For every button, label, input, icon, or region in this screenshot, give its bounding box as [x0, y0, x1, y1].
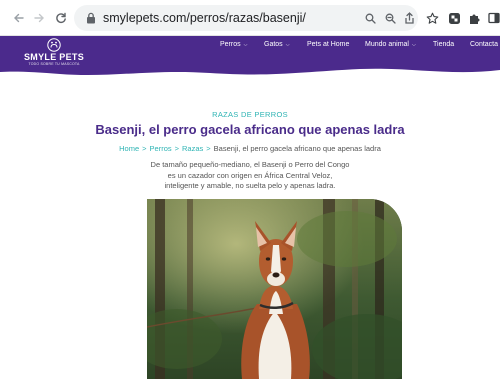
category-eyebrow[interactable]: RAZAS DE PERROS	[0, 110, 500, 119]
bookmark-star-icon[interactable]	[424, 10, 440, 26]
search-icon[interactable]	[362, 10, 378, 26]
chevron-down-icon: ⌵	[285, 42, 290, 48]
breadcrumb-separator: >	[206, 144, 211, 153]
arrow-left-icon	[14, 13, 24, 23]
breadcrumb-separator: >	[142, 144, 147, 153]
sidebar-panel-icon[interactable]	[486, 10, 500, 26]
breadcrumb-separator: >	[174, 144, 180, 153]
breadcrumb: Home > Perros > Razas > Basenji, el perro gace…	[0, 144, 500, 153]
breadcrumb-current: Basenji, el perro gacela africano que ap…	[213, 144, 381, 153]
logo-tagline: TODO SOBRE TU MASCOTA	[28, 62, 80, 66]
chevron-down-icon: ⌵	[243, 42, 248, 48]
basenji-dog-photo	[147, 199, 402, 379]
address-bar[interactable]: smylepets.com/perros/razas/basenji/	[74, 5, 418, 31]
breadcrumb-razas[interactable]: Razas	[182, 144, 203, 153]
share-icon[interactable]	[401, 10, 417, 26]
extension-app-icon[interactable]	[446, 10, 462, 26]
reload-button[interactable]	[52, 9, 70, 27]
breadcrumb-home[interactable]: Home	[119, 144, 139, 153]
article-intro: De tamaño pequeño-mediano, el Basenji o …	[150, 160, 350, 190]
hero-image	[147, 199, 402, 379]
page-title: Basenji, el perro gacela africano que ap…	[95, 122, 405, 137]
chevron-down-icon: ⌵	[411, 42, 416, 48]
nav-item-mundo-animal[interactable]: Mundo animal ⌵	[365, 41, 416, 48]
back-button[interactable]	[10, 9, 28, 27]
puzzle-icon[interactable]	[466, 10, 482, 26]
nav-item-contacta[interactable]: Contacta	[470, 41, 498, 48]
lock-icon	[87, 12, 95, 24]
nav-item-pets-at-home[interactable]: Pets at Home	[307, 41, 349, 48]
main-navigation: Perros ⌵ Gatos ⌵ Pets at Home Mundo animal…	[0, 41, 500, 57]
url-text: smylepets.com/perros/razas/basenji/	[103, 11, 306, 25]
arrow-right-icon	[34, 13, 44, 23]
nav-item-tienda[interactable]: Tienda	[433, 41, 454, 48]
breadcrumb-perros[interactable]: Perros	[150, 144, 172, 153]
zoom-icon[interactable]	[382, 10, 398, 26]
site-header: SMYLE PETS TODO SOBRE TU MASCOTA Perros ⌵…	[0, 36, 500, 80]
reload-icon	[56, 12, 66, 23]
nav-item-gatos[interactable]: Gatos ⌵	[264, 41, 289, 48]
browser-toolbar: smylepets.com/perros/razas/basenji/	[0, 0, 500, 36]
forward-button[interactable]	[30, 9, 48, 27]
nav-item-perros[interactable]: Perros ⌵	[220, 41, 247, 48]
